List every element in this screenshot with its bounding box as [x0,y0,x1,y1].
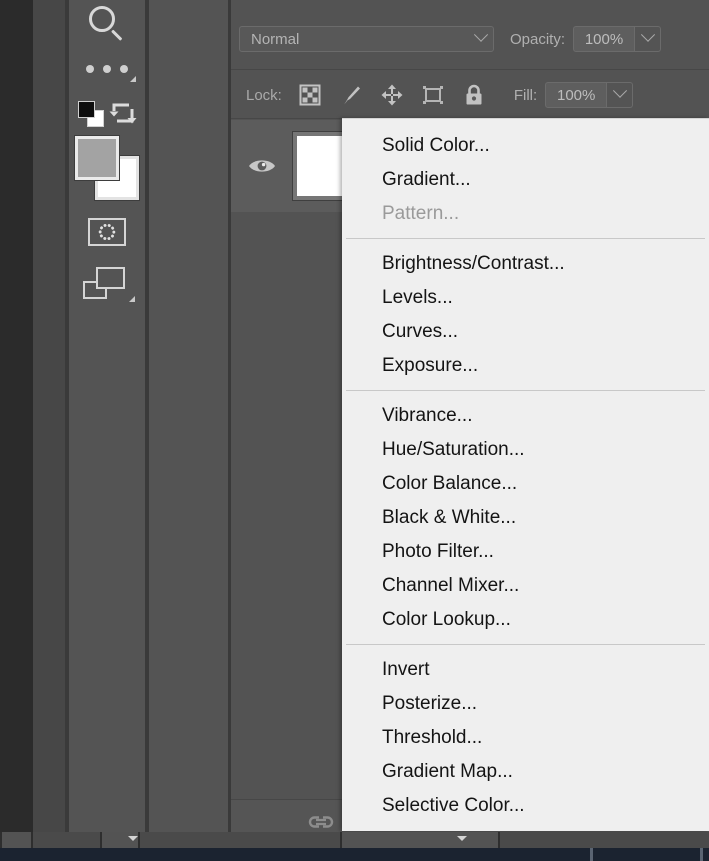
menu-separator [346,644,705,645]
opacity-input[interactable]: 100% [573,26,636,52]
opacity-control[interactable]: 100% [573,26,662,52]
menu-group: Vibrance... Hue/Saturation... Color Bala… [342,399,709,637]
chevron-down-icon [473,27,489,42]
layer-visibility-toggle[interactable] [231,156,293,176]
menu-group: Solid Color... Gradient... Pattern... [342,129,709,231]
quick-mask-icon [88,218,126,246]
lock-label: Lock: [246,86,282,104]
default-colors-icon[interactable] [78,101,104,127]
chevron-down-icon[interactable] [457,836,467,841]
menu-item-black-and-white[interactable]: Black & White... [342,501,709,535]
menu-item-selective-color[interactable]: Selective Color... [342,789,709,823]
zoom-tool[interactable] [69,2,145,46]
menu-item-curves[interactable]: Curves... [342,315,709,349]
eye-icon [249,160,275,172]
screen-mode-icon [83,267,125,299]
status-segment [0,832,33,848]
menu-item-photo-filter[interactable]: Photo Filter... [342,535,709,569]
swap-colors-icon[interactable] [108,99,138,129]
chevron-down-icon [612,83,627,98]
menu-item-vibrance[interactable]: Vibrance... [342,399,709,433]
status-segment-active[interactable] [340,832,500,848]
canvas-area [0,0,33,861]
menu-item-channel-mixer[interactable]: Channel Mixer... [342,569,709,603]
menu-item-pattern: Pattern... [382,203,460,224]
menu-item-gradient-map[interactable]: Gradient Map... [342,755,709,789]
blend-mode-select[interactable]: Normal [239,26,494,52]
fill-dropdown-button[interactable] [607,82,634,108]
menu-item-brightness-contrast[interactable]: Brightness/Contrast... [342,247,709,281]
blend-mode-row: Normal Opacity: 100% [231,16,709,62]
status-strip [0,832,709,848]
screen-mode-button[interactable] [69,264,145,304]
lock-artboard-nesting-icon[interactable] [421,83,445,107]
menu-group: Invert Posterize... Threshold... Gradien… [342,653,709,823]
default-colors-row [69,98,145,132]
ellipsis-icon [86,65,128,73]
opacity-dropdown-button[interactable] [635,26,662,52]
lock-row: Lock: Fill: 100% [231,72,709,118]
fill-input[interactable]: 100% [545,82,608,108]
fill-control[interactable]: 100% [545,82,634,108]
panel-row-divider [231,69,709,70]
opacity-label: Opacity: [510,30,566,48]
menu-item-hue-saturation[interactable]: Hue/Saturation... [342,433,709,467]
menu-item-color-lookup[interactable]: Color Lookup... [342,603,709,637]
foreground-color-swatch[interactable] [74,135,120,181]
chevron-down-icon [640,27,655,42]
menu-item-solid-color[interactable]: Solid Color... [342,129,709,163]
secondary-dock [149,0,228,861]
magnifier-icon [89,6,125,42]
lock-position-icon[interactable] [380,83,404,107]
taskbar [0,848,709,861]
lock-all-icon[interactable] [462,83,486,107]
menu-item-posterize[interactable]: Posterize... [342,687,709,721]
left-dock-strip [33,0,65,861]
menu-item-gradient[interactable]: Gradient... [342,163,709,197]
edit-toolbar-button[interactable] [69,54,145,84]
tool-group-corner-icon [130,76,136,82]
menu-item-levels[interactable]: Levels... [342,281,709,315]
menu-item-threshold[interactable]: Threshold... [342,721,709,755]
lock-transparent-pixels-icon[interactable] [298,83,322,107]
link-layers-icon[interactable] [306,812,336,832]
new-adjustment-layer-menu[interactable]: Solid Color... Gradient... Pattern... Br… [342,118,709,831]
menu-group: Brightness/Contrast... Levels... Curves.… [342,247,709,383]
tool-group-corner-icon [129,296,135,302]
menu-separator [346,390,705,391]
foreground-background-color[interactable] [69,135,145,201]
menu-item-invert[interactable]: Invert [342,653,709,687]
blend-mode-value: Normal [251,30,300,48]
menu-item-exposure[interactable]: Exposure... [342,349,709,383]
photoshop-window: Normal Opacity: 100% Lock: Fill: 100% So… [0,0,709,861]
lock-image-pixels-icon[interactable] [339,83,363,107]
fill-label: Fill: [513,86,538,104]
taskbar-tick [590,848,593,861]
taskbar-tick [700,848,703,861]
quick-mask-mode-button[interactable] [69,214,145,250]
menu-item-color-balance[interactable]: Color Balance... [342,467,709,501]
menu-separator [346,238,705,239]
chevron-down-icon[interactable] [128,836,138,841]
